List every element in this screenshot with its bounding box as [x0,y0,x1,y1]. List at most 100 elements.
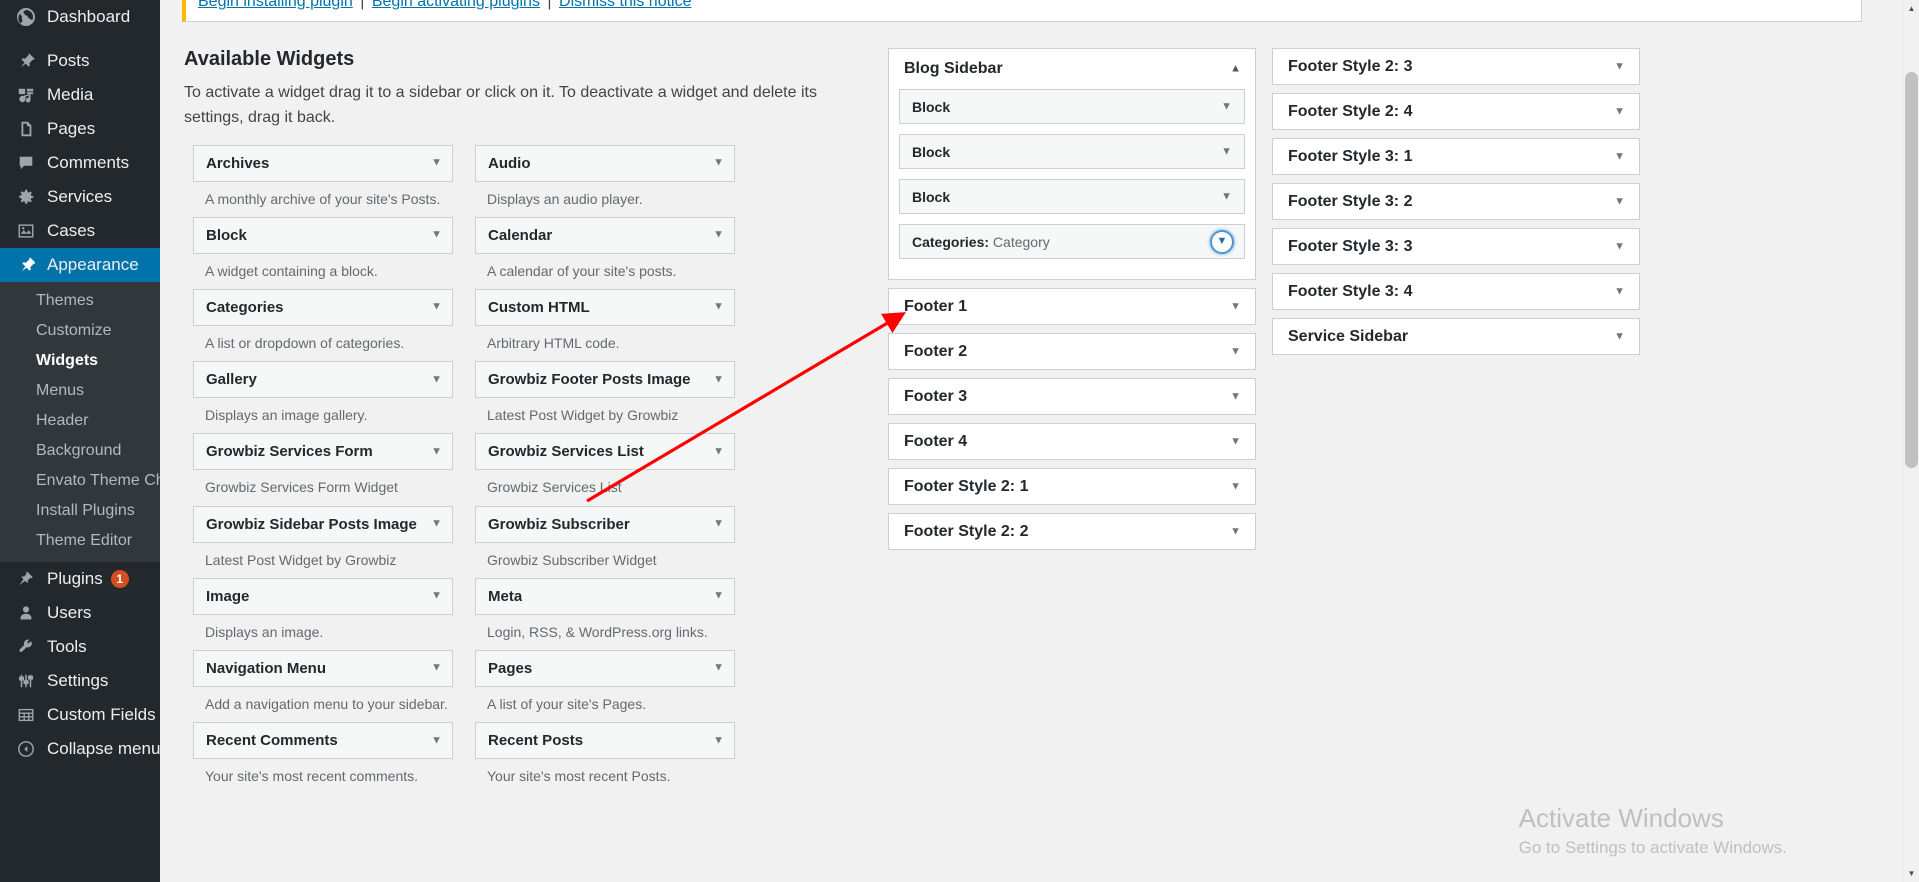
chevron-down-icon[interactable]: ▼ [713,735,724,746]
sidebar-item-comments[interactable]: Comments [0,146,160,180]
sidebar-item-users[interactable]: Users [0,596,160,630]
chevron-down-icon[interactable]: ▼ [713,518,724,530]
widget-area-header[interactable]: Blog Sidebar ▲ [889,49,1255,89]
chevron-down-icon[interactable]: ▼ [713,590,724,602]
available-widget[interactable]: Growbiz Sidebar Posts Image ▼ [193,505,453,543]
dismiss-notice-link[interactable]: Dismiss this notice [559,0,691,10]
widget-area-panel[interactable]: Blog Sidebar ▲ Block ▼ Block ▼ Block ▼ Categorie… [888,48,1256,280]
sidebar-item-plugins[interactable]: Plugins 1 [0,562,160,596]
chevron-up-icon[interactable]: ▲ [1230,63,1241,75]
chevron-down-icon[interactable]: ▼ [1614,196,1625,207]
chevron-down-icon[interactable]: ▼ [713,301,724,313]
chevron-down-icon[interactable]: ▼ [1221,101,1232,112]
sidebar-item-custom-fields[interactable]: Custom Fields [0,698,160,732]
widget-area-panel[interactable]: Footer 2 ▼ [888,333,1256,370]
chevron-down-icon[interactable]: ▼ [431,374,442,385]
submenu-item-header[interactable]: Header [0,406,160,436]
sidebar-item-services[interactable]: Services [0,180,160,214]
available-widget[interactable]: Archives ▼ [193,144,453,182]
assigned-widget[interactable]: Categories: Category ▼ [899,224,1245,259]
scroll-down-arrow[interactable]: ▼ [1903,865,1919,882]
chevron-down-icon[interactable]: ▼ [431,518,442,530]
widget-area-panel[interactable]: Footer Style 3: 4 ▼ [1272,273,1640,310]
chevron-down-icon[interactable]: ▼ [713,662,724,674]
widget-area-panel[interactable]: Service Sidebar ▼ [1272,318,1640,355]
page-scrollbar[interactable]: ▲ ▼ [1902,0,1919,882]
assigned-widget[interactable]: Block ▼ [899,89,1245,124]
widget-area-panel[interactable]: Footer Style 3: 2 ▼ [1272,183,1640,220]
chevron-down-icon[interactable]: ▼ [1614,241,1625,252]
chevron-down-icon[interactable]: ▼ [431,590,442,602]
available-widget[interactable]: Recent Posts ▼ [475,722,735,760]
chevron-down-icon[interactable]: ▼ [713,374,724,385]
chevron-down-icon[interactable]: ▼ [431,301,442,313]
chevron-down-icon[interactable]: ▼ [1221,146,1232,157]
available-widget[interactable]: Custom HTML ▼ [475,288,735,326]
widget-area-panel[interactable]: Footer Style 2: 4 ▼ [1272,93,1640,130]
available-widget[interactable]: Recent Comments ▼ [193,722,453,760]
available-widget[interactable]: Navigation Menu ▼ [193,649,453,687]
available-widget[interactable]: Growbiz Services List ▼ [475,433,735,471]
widget-area-panel[interactable]: Footer 1 ▼ [888,288,1256,325]
widget-area-panel[interactable]: Footer Style 2: 2 ▼ [888,513,1256,550]
chevron-down-icon[interactable]: ▼ [713,446,724,457]
chevron-down-icon[interactable]: ▼ [1614,61,1625,72]
sidebar-item-posts[interactable]: Posts [0,44,160,78]
widget-area-panel[interactable]: Footer 4 ▼ [888,423,1256,460]
available-widget[interactable]: Categories ▼ [193,288,453,326]
chevron-down-icon[interactable]: ▼ [1230,436,1241,447]
submenu-item-widgets[interactable]: Widgets [0,346,160,376]
available-widget[interactable]: Growbiz Footer Posts Image ▼ [475,361,735,399]
sidebar-item-settings[interactable]: Settings [0,664,160,698]
chevron-down-icon[interactable]: ▼ [431,157,442,169]
submenu-item-theme-editor[interactable]: Theme Editor [0,526,160,556]
sidebar-item-appearance[interactable]: Appearance [0,248,160,282]
widget-area-panel[interactable]: Footer Style 3: 1 ▼ [1272,138,1640,175]
sidebar-item-tools[interactable]: Tools [0,630,160,664]
sidebar-item-dashboard[interactable]: Dashboard [0,0,160,34]
submenu-item-envato-theme-check[interactable]: Envato Theme Check [0,466,160,496]
chevron-down-icon[interactable]: ▼ [431,446,442,457]
begin-installing-plugin-link[interactable]: Begin installing plugin [198,0,353,10]
scroll-up-arrow[interactable]: ▲ [1903,0,1919,17]
chevron-down-icon[interactable]: ▼ [1230,481,1241,492]
chevron-down-icon[interactable]: ▼ [1230,391,1241,402]
chevron-down-icon[interactable]: ▼ [431,735,442,746]
chevron-down-icon[interactable]: ▼ [431,229,442,241]
submenu-item-themes[interactable]: Themes [0,286,160,316]
available-widget[interactable]: Growbiz Services Form ▼ [193,433,453,471]
available-widget[interactable]: Block ▼ [193,216,453,254]
sidebar-item-cases[interactable]: Cases [0,214,160,248]
chevron-down-icon[interactable]: ▼ [713,229,724,241]
available-widget[interactable]: Meta ▼ [475,577,735,615]
chevron-down-icon[interactable]: ▼ [1230,346,1241,357]
available-widget[interactable]: Audio ▼ [475,144,735,182]
begin-activating-plugins-link[interactable]: Begin activating plugins [372,0,540,10]
chevron-down-icon[interactable]: ▼ [713,157,724,169]
scrollbar-thumb[interactable] [1905,72,1918,468]
widget-area-panel[interactable]: Footer Style 2: 1 ▼ [888,468,1256,505]
submenu-item-menus[interactable]: Menus [0,376,160,406]
chevron-down-icon[interactable]: ▼ [1221,191,1232,202]
chevron-down-icon[interactable]: ▼ [1230,301,1241,312]
widget-area-panel[interactable]: Footer 3 ▼ [888,378,1256,415]
chevron-down-icon[interactable]: ▼ [1614,286,1625,297]
chevron-down-icon[interactable]: ▼ [1614,151,1625,162]
available-widget[interactable]: Growbiz Subscriber ▼ [475,505,735,543]
chevron-down-icon[interactable]: ▼ [1230,526,1241,537]
submenu-item-install-plugins[interactable]: Install Plugins [0,496,160,526]
chevron-down-icon[interactable]: ▼ [431,662,442,674]
available-widget[interactable]: Gallery ▼ [193,361,453,399]
sidebar-item-pages[interactable]: Pages [0,112,160,146]
assigned-widget[interactable]: Block ▼ [899,179,1245,214]
available-widget[interactable]: Calendar ▼ [475,216,735,254]
submenu-item-background[interactable]: Background [0,436,160,466]
assigned-widget[interactable]: Block ▼ [899,134,1245,169]
available-widget[interactable]: Image ▼ [193,577,453,615]
chevron-down-icon[interactable]: ▼ [1210,229,1234,254]
chevron-down-icon[interactable]: ▼ [1614,331,1625,342]
sidebar-item-media[interactable]: Media [0,78,160,112]
available-widget[interactable]: Pages ▼ [475,649,735,687]
widget-area-panel[interactable]: Footer Style 2: 3 ▼ [1272,48,1640,85]
chevron-down-icon[interactable]: ▼ [1614,106,1625,117]
